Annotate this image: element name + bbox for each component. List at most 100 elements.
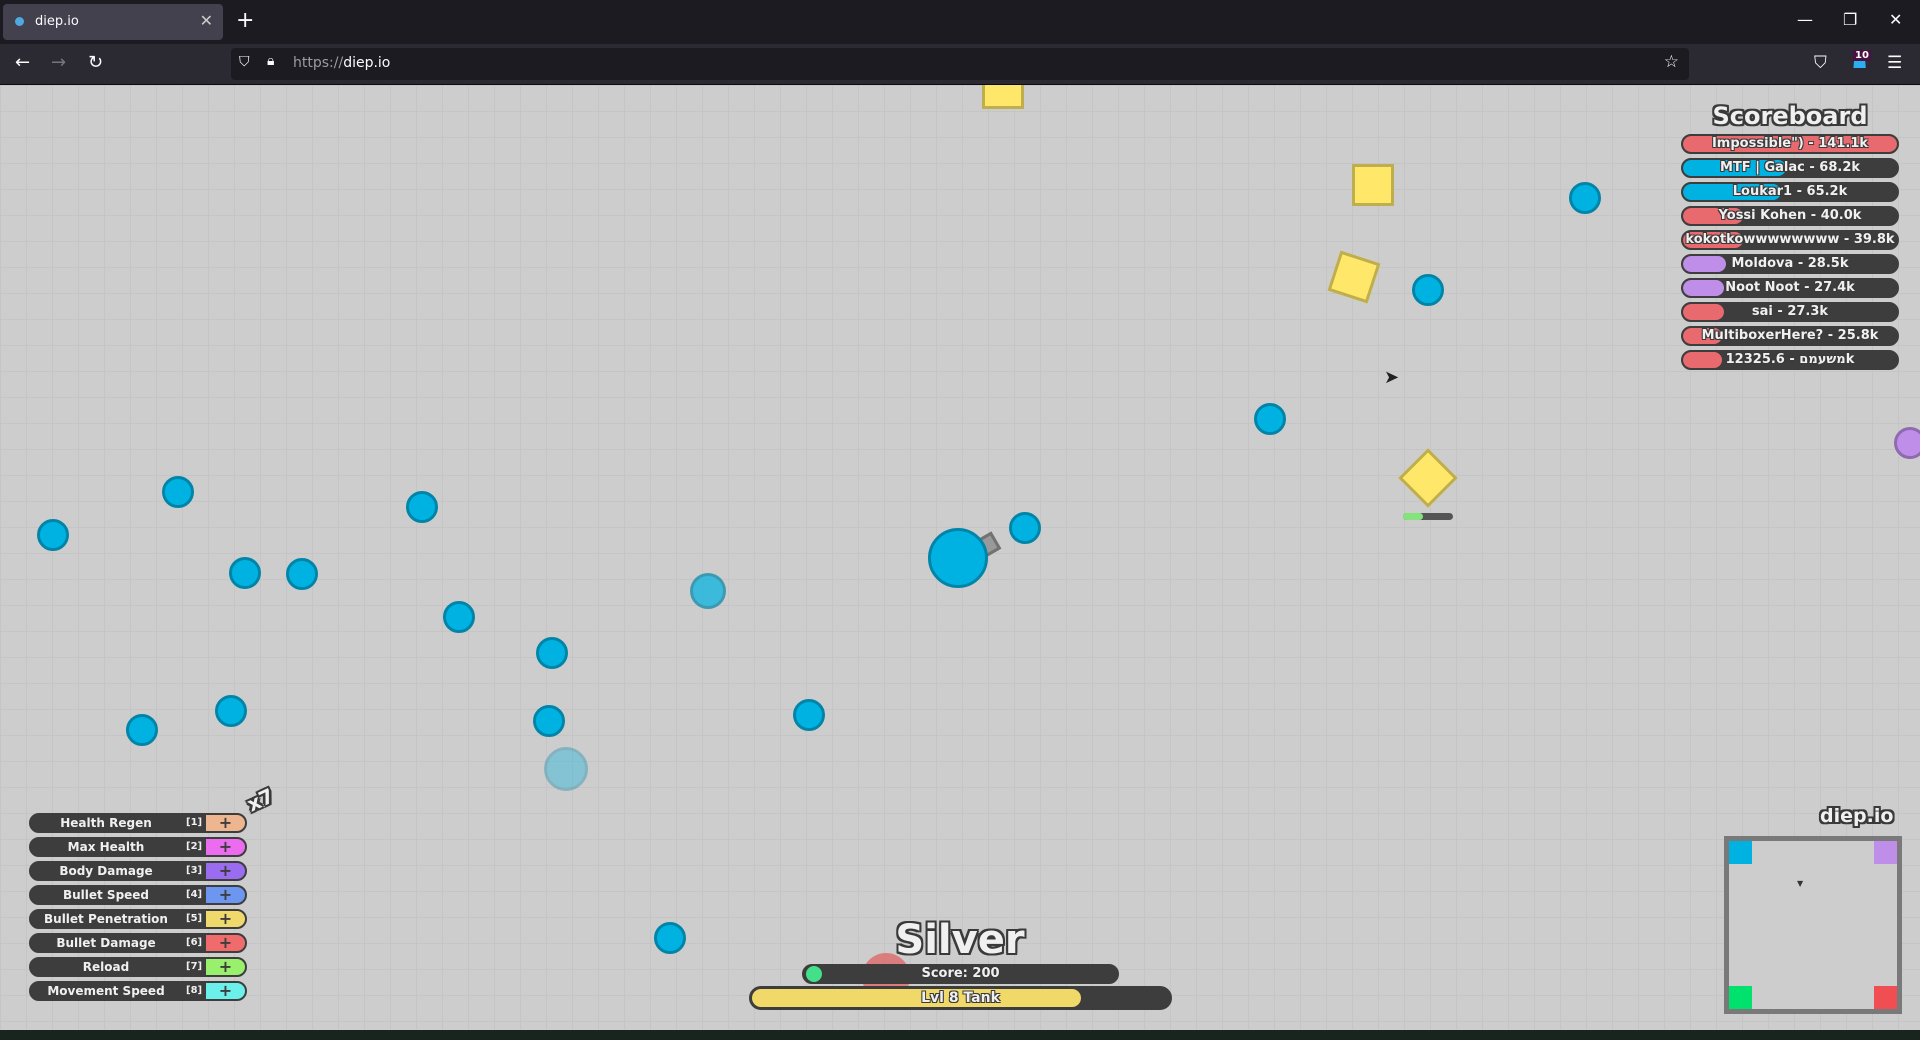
upgrade-health-regen[interactable]: Health Regen [1] + <box>29 813 247 833</box>
scoreboard-entry: Moldova - 28.5k <box>1681 254 1899 274</box>
scoreboard-entry: 123משעמם - 25.6k <box>1681 350 1899 370</box>
plus-icon[interactable]: + <box>206 815 245 831</box>
upgrade-key: [2] <box>186 841 203 852</box>
upgrade-bullet-penetration[interactable]: Bullet Penetration [5] + <box>29 909 247 929</box>
upgrade-body-damage[interactable]: Body Damage [3] + <box>29 861 247 881</box>
bullet <box>1254 403 1286 435</box>
minimap-base-blue <box>1729 841 1752 864</box>
plus-icon[interactable]: + <box>206 911 245 927</box>
pocket-icon[interactable]: ⛉ <box>1814 53 1827 73</box>
bullet <box>406 491 438 523</box>
menu-icon[interactable]: ☰ <box>1887 53 1902 73</box>
upgrade-key: [7] <box>186 961 203 972</box>
scoreboard-entry-label: Impossible") - 141.1k <box>1711 136 1869 151</box>
extension-badge: 10 <box>1853 50 1871 61</box>
scoreboard-entry: Loukar1 - 65.2k <box>1681 182 1899 202</box>
forward-button[interactable]: → <box>51 52 66 73</box>
scoreboard-entry-label: 123משעמם - 25.6k <box>1725 352 1855 367</box>
url-bar[interactable]: ⛉ 🔒︎ https://diep.io ☆ <box>231 48 1689 80</box>
upgrade-panel: Health Regen [1] + Max Health [2] + Body Damag… <box>29 813 247 1005</box>
cursor-icon: ➤ <box>1384 367 1400 388</box>
upgrade-name: Bullet Penetration <box>44 912 168 926</box>
fading-bullet <box>544 747 588 791</box>
level-label: Lvl 8 Tank <box>921 990 1000 1006</box>
upgrade-name: Movement Speed <box>47 984 165 998</box>
enemy-tank <box>1894 427 1920 459</box>
tab-title: diep.io <box>35 14 79 29</box>
upgrade-max-health[interactable]: Max Health [2] + <box>29 837 247 857</box>
upgrade-name: Max Health <box>67 840 145 854</box>
upgrade-key: [6] <box>186 937 203 948</box>
scoreboard: Scoreboard Impossible") - 141.1k MTF | Ga… <box>1681 102 1899 374</box>
bullet <box>215 695 247 727</box>
bullet <box>1569 182 1601 214</box>
shield-icon[interactable]: ⛉ <box>239 54 250 70</box>
upgrade-reload[interactable]: Reload [7] + <box>29 957 247 977</box>
tab-bar: diep.io ✕ + — ❐ ✕ <box>0 0 1920 44</box>
scoreboard-entry: Yossi Kohen - 40.0k <box>1681 206 1899 226</box>
close-tab-icon[interactable]: ✕ <box>200 11 213 30</box>
minimap-player-marker: ▼ <box>1797 879 1804 888</box>
close-window-button[interactable]: ✕ <box>1889 10 1902 29</box>
minimap-base-green <box>1729 986 1752 1009</box>
upgrade-name: Bullet Damage <box>56 936 156 950</box>
upgrade-bullet-speed[interactable]: Bullet Speed [4] + <box>29 885 247 905</box>
scoreboard-entry: MTF | Galac - 68.2k <box>1681 158 1899 178</box>
upgrade-bullet-damage[interactable]: Bullet Damage [6] + <box>29 933 247 953</box>
bookmark-star-icon[interactable]: ☆ <box>1664 52 1679 72</box>
upgrade-key: [5] <box>186 913 203 924</box>
bullet <box>126 714 158 746</box>
tab-diep[interactable]: diep.io ✕ <box>3 4 223 40</box>
reload-button[interactable]: ↻ <box>88 52 103 73</box>
level-bar: Lvl 8 Tank <box>749 986 1172 1010</box>
plus-icon[interactable]: + <box>206 935 245 951</box>
upgrade-movement-speed[interactable]: Movement Speed [8] + <box>29 981 247 1001</box>
bullet <box>162 476 194 508</box>
plus-icon[interactable]: + <box>206 863 245 879</box>
new-tab-button[interactable]: + <box>236 8 254 33</box>
bullet <box>1412 274 1444 306</box>
plus-icon[interactable]: + <box>206 959 245 975</box>
nav-toolbar: ← → ↻ ⛉ 🔒︎ https://diep.io ☆ ⛉ ☗ ☰ <box>0 44 1920 85</box>
scoreboard-entry-label: Yossi Kohen - 40.0k <box>1718 208 1862 223</box>
upgrade-key: [1] <box>186 817 203 828</box>
plus-icon[interactable]: + <box>206 839 245 855</box>
upgrade-key: [8] <box>186 985 203 996</box>
score-bar: Score: 200 <box>802 964 1119 984</box>
lock-icon[interactable]: 🔒︎ <box>267 53 274 69</box>
scoreboard-entry-label: Loukar1 - 65.2k <box>1732 184 1848 199</box>
upgrade-name: Bullet Speed <box>62 888 150 902</box>
bullet <box>443 601 475 633</box>
scoreboard-entry: MultiboxerHere? - 25.8k <box>1681 326 1899 346</box>
upgrade-name: Health Regen <box>60 816 152 830</box>
scoreboard-entry-label: Moldova - 28.5k <box>1731 256 1849 271</box>
back-button[interactable]: ← <box>15 52 30 73</box>
minimap-label: diep.io <box>1820 805 1894 827</box>
square-shape <box>982 85 1024 109</box>
scoreboard-entry: sai - 27.3k <box>1681 302 1899 322</box>
favicon-icon <box>15 17 24 26</box>
scoreboard-title: Scoreboard <box>1712 102 1868 130</box>
bullet <box>793 699 825 731</box>
health-bar <box>1403 513 1453 520</box>
bullet <box>1009 512 1041 544</box>
square-shape <box>1327 250 1381 304</box>
scoreboard-entry-label: MTF | Galac - 68.2k <box>1719 160 1861 175</box>
minimize-button[interactable]: — <box>1797 10 1813 29</box>
score-label: Score: 200 <box>921 966 1000 981</box>
bullet <box>286 558 318 590</box>
upgrade-points: x7 <box>243 783 278 817</box>
bullet <box>536 637 568 669</box>
game-canvas[interactable]: ➤ Scoreboard Impossible") - 141.1k MTF | … <box>0 85 1920 1030</box>
restore-button[interactable]: ❐ <box>1843 10 1857 29</box>
plus-icon[interactable]: + <box>206 887 245 903</box>
score-dot <box>806 966 822 982</box>
url-scheme: https:// <box>293 55 344 71</box>
square-shape <box>1398 448 1458 508</box>
scoreboard-entry-label: sai - 27.3k <box>1751 304 1829 319</box>
square-shape <box>1352 164 1394 206</box>
plus-icon[interactable]: + <box>206 983 245 999</box>
upgrade-key: [4] <box>186 889 203 900</box>
scoreboard-entry: Noot Noot - 27.4k <box>1681 278 1899 298</box>
player-name: Silver <box>895 917 1025 963</box>
